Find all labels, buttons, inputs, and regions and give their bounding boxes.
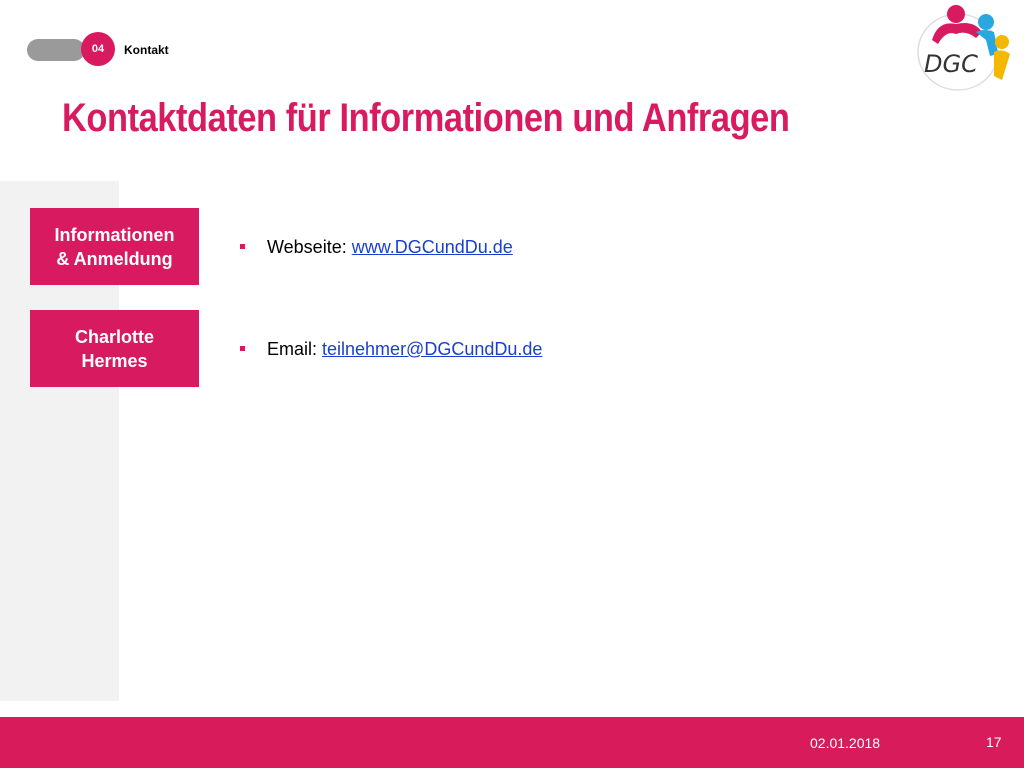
contact-email-row: Email: teilnehmer@DGCundDu.de: [240, 339, 542, 360]
contact-label: Email:: [267, 339, 323, 359]
tab-label-line1: Charlotte: [74, 326, 154, 347]
dgc-logo-icon: DGC: [917, 5, 1010, 91]
tab-label-line1: Informationen: [54, 224, 175, 245]
page-title: Kontaktdaten für Informationen und Anfra…: [62, 96, 790, 140]
website-link[interactable]: www.DGCundDu.de: [352, 237, 513, 257]
page-number: 17: [986, 734, 1002, 750]
logo-text: DGC: [924, 50, 978, 78]
section-number-badge: 04: [81, 32, 115, 66]
contact-website-row: Webseite: www.DGCundDu.de: [240, 237, 513, 258]
square-bullet-icon: [240, 243, 245, 249]
footer-date: 02.01.2018: [810, 735, 881, 751]
contact-label: Webseite:: [267, 237, 352, 257]
dgc-logo: DGC: [910, 2, 1020, 94]
footer-bar: 02.01.2018 17: [0, 717, 1024, 768]
tab-charlotte-hermes[interactable]: Charlotte Hermes: [30, 310, 199, 387]
tab-label-line2: & Anmeldung: [56, 248, 173, 269]
section-label: Kontakt: [124, 43, 169, 57]
tab-informationen-anmeldung[interactable]: Informationen & Anmeldung: [30, 208, 199, 285]
square-bullet-icon: [240, 345, 245, 351]
tab-label-line2: Hermes: [81, 350, 148, 371]
slide: 04 Kontakt Kontaktdaten für Informatione…: [0, 0, 1024, 768]
email-link[interactable]: teilnehmer@DGCundDu.de: [322, 339, 542, 359]
section-progress-bar: [27, 39, 85, 61]
